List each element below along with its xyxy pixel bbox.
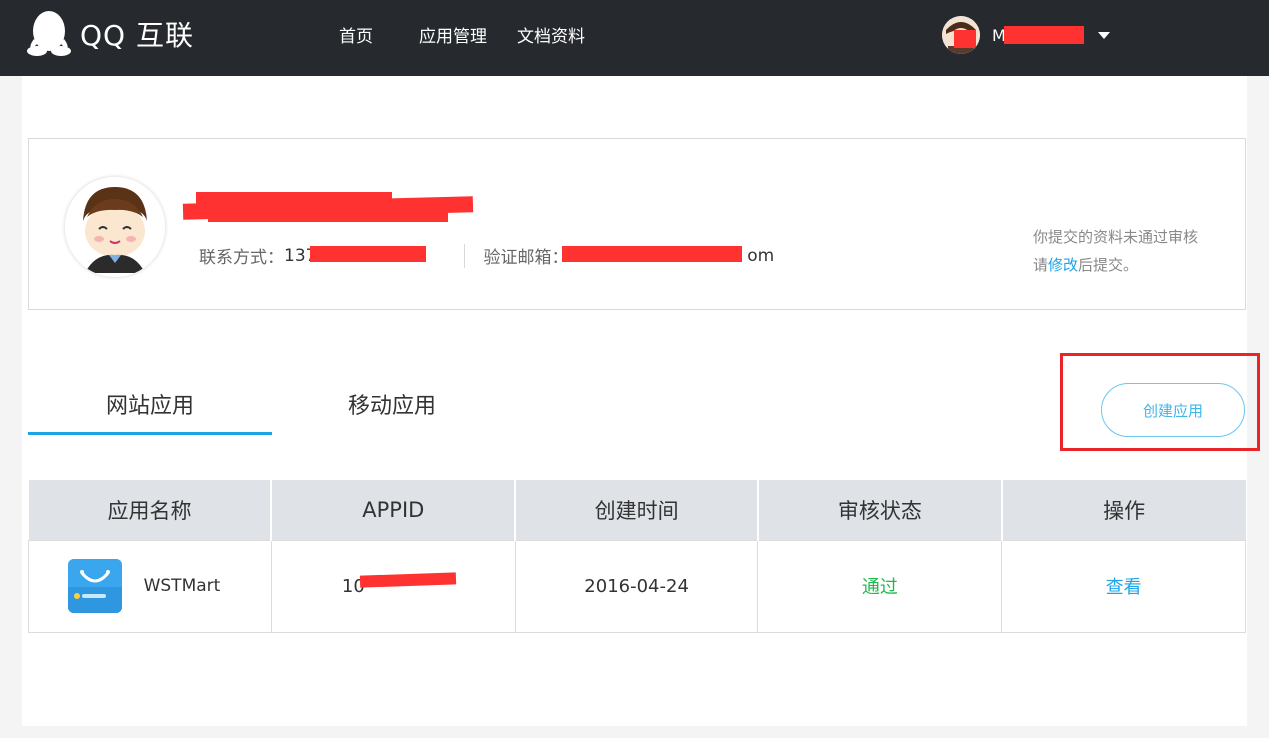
column-header-appid: APPID bbox=[271, 480, 517, 540]
nav-item-home[interactable]: 首页 bbox=[339, 22, 373, 47]
app-table: 应用名称 APPID 创建时间 审核状态 操作 WSTMart 10 2016-… bbox=[28, 480, 1246, 633]
developer-avatar bbox=[65, 177, 165, 277]
top-nav-bar: QQ 互联 首页 应用管理 文档资料 M bbox=[0, 0, 1269, 76]
view-link[interactable]: 查看 bbox=[1106, 577, 1142, 598]
active-tab-indicator bbox=[28, 432, 272, 435]
shopping-bag-app-icon bbox=[67, 559, 122, 613]
cartoon-avatar-icon bbox=[65, 177, 165, 277]
column-header-status: 审核状态 bbox=[757, 480, 1003, 540]
review-suffix: 后提交。 bbox=[1078, 256, 1139, 274]
create-app-button[interactable]: 创建应用 bbox=[1101, 383, 1245, 437]
email-suffix: om bbox=[747, 245, 775, 266]
cell-action: 查看 bbox=[1001, 539, 1246, 633]
review-prefix: 请 bbox=[1033, 256, 1049, 274]
qq-penguin-icon bbox=[27, 11, 71, 56]
cell-created: 2016-04-24 bbox=[514, 539, 759, 633]
divider bbox=[464, 243, 466, 268]
contact-label: 联系方式： bbox=[199, 248, 284, 268]
developer-profile-card: 联系方式： 137 验证邮箱： 6 om 你提交的资料未通过审核 请修改后提交。 bbox=[28, 138, 1246, 310]
nav-item-app-management[interactable]: 应用管理 bbox=[419, 22, 487, 47]
cell-status: 通过 bbox=[757, 539, 1003, 633]
status-badge: 通过 bbox=[861, 577, 898, 598]
column-header-action: 操作 bbox=[1001, 480, 1246, 540]
column-header-name: 应用名称 bbox=[28, 480, 273, 540]
review-message: 你提交的资料未通过审核 请修改后提交。 bbox=[1033, 223, 1198, 279]
modify-link[interactable]: 修改 bbox=[1048, 256, 1078, 274]
table-header-row: 应用名称 APPID 创建时间 审核状态 操作 bbox=[28, 480, 1246, 540]
email-label: 验证邮箱： bbox=[483, 248, 569, 268]
app-name: WSTMart bbox=[131, 568, 233, 604]
nav-item-docs[interactable]: 文档资料 bbox=[517, 22, 585, 47]
tab-website-apps[interactable]: 网站应用 bbox=[28, 388, 272, 420]
chevron-down-icon[interactable] bbox=[1098, 31, 1110, 39]
tab-mobile-apps[interactable]: 移动应用 bbox=[272, 388, 512, 420]
review-line-2: 请修改后提交。 bbox=[1033, 251, 1198, 279]
brand-logo[interactable]: QQ 互联 bbox=[26, 9, 194, 59]
column-header-created: 创建时间 bbox=[515, 480, 759, 540]
brand-name: QQ 互联 bbox=[80, 19, 194, 52]
review-line-1: 你提交的资料未通过审核 bbox=[1033, 228, 1199, 246]
user-avatar bbox=[942, 16, 980, 54]
cell-app-name: WSTMart bbox=[28, 539, 272, 633]
table-row: WSTMart 10 2016-04-24 通过 查看 bbox=[28, 539, 1246, 633]
